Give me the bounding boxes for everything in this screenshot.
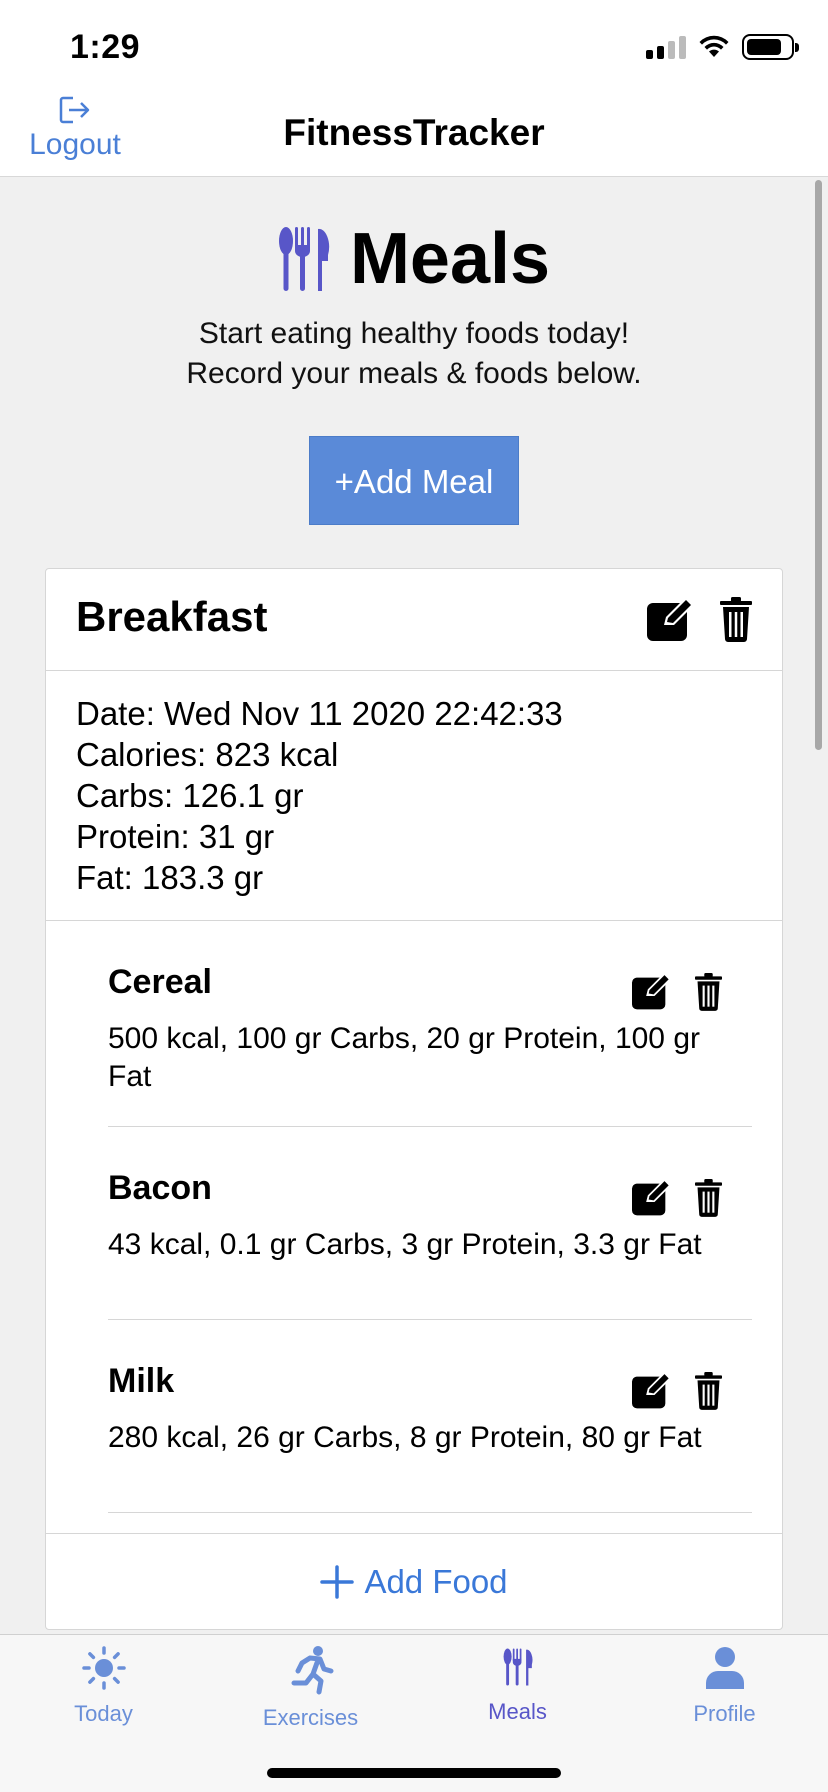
add-food-label: Add Food bbox=[364, 1562, 508, 1600]
content-scroll-area[interactable]: Meals Start eating healthy foods today! … bbox=[0, 178, 828, 1634]
tab-label: Meals bbox=[488, 1699, 547, 1724]
delete-food-button[interactable] bbox=[695, 1371, 722, 1415]
status-bar: 1:29 bbox=[0, 0, 828, 92]
trash-icon bbox=[720, 597, 752, 642]
tab-label: Profile bbox=[693, 1701, 756, 1726]
edit-icon bbox=[647, 597, 694, 641]
nav-bar: Logout FitnessTracker bbox=[0, 92, 828, 177]
meal-date: Date: Wed Nov 11 2020 22:42:33 bbox=[76, 695, 563, 732]
status-icons bbox=[646, 34, 799, 60]
utensils-icon bbox=[503, 1648, 532, 1686]
scrollbar[interactable] bbox=[815, 180, 822, 750]
edit-icon bbox=[632, 1178, 672, 1216]
food-actions bbox=[631, 1177, 722, 1222]
tab-today[interactable]: Today bbox=[0, 1635, 207, 1792]
wifi-icon bbox=[699, 35, 729, 57]
page-title: Meals bbox=[278, 218, 550, 300]
tab-label: Today bbox=[74, 1701, 133, 1726]
edit-food-button[interactable] bbox=[631, 1177, 673, 1222]
edit-icon bbox=[632, 972, 672, 1010]
delete-food-button[interactable] bbox=[695, 1178, 722, 1222]
battery-icon bbox=[742, 34, 799, 60]
meal-summary: Date: Wed Nov 11 2020 22:42:33 Calories:… bbox=[46, 671, 782, 921]
food-nutrition: 500 kcal, 100 gr Carbs, 20 gr Protein, 1… bbox=[108, 1022, 701, 1093]
meal-fat: Fat: 183.3 gr bbox=[76, 859, 264, 896]
utensils-icon bbox=[278, 227, 330, 291]
food-item: Milk 280 kcal, 26 gr Carbs, 8 gr Protein… bbox=[108, 1320, 752, 1513]
home-indicator bbox=[267, 1768, 561, 1778]
subtitle-line-2: Record your meals & foods below. bbox=[186, 357, 642, 390]
food-item: Cereal 500 kcal, 100 gr Carbs, 20 gr Pro… bbox=[108, 921, 752, 1127]
food-list: Cereal 500 kcal, 100 gr Carbs, 20 gr Pro… bbox=[46, 921, 782, 1513]
running-icon bbox=[291, 1646, 333, 1695]
meal-calories: Calories: 823 kcal bbox=[76, 736, 339, 773]
delete-food-button[interactable] bbox=[695, 972, 722, 1016]
meal-carbs: Carbs: 126.1 gr bbox=[76, 777, 304, 814]
meal-actions bbox=[646, 595, 752, 648]
tab-profile[interactable]: Profile bbox=[621, 1635, 828, 1792]
trash-icon bbox=[695, 1371, 722, 1410]
delete-meal-button[interactable] bbox=[720, 596, 752, 647]
add-food-button[interactable]: Add Food bbox=[46, 1533, 782, 1629]
food-nutrition: 280 kcal, 26 gr Carbs, 8 gr Protein, 80 … bbox=[108, 1421, 702, 1454]
person-icon bbox=[705, 1647, 744, 1689]
status-time: 1:29 bbox=[70, 28, 141, 66]
food-nutrition: 43 kcal, 0.1 gr Carbs, 3 gr Protein, 3.3… bbox=[108, 1228, 702, 1261]
meal-card: Breakfast Date: Wed Nov 11 2020 22:42:33… bbox=[45, 568, 783, 1630]
meals-header: Meals Start eating healthy foods today! … bbox=[0, 178, 828, 525]
food-actions bbox=[631, 971, 722, 1016]
meal-name: Breakfast bbox=[76, 593, 268, 640]
edit-meal-button[interactable] bbox=[646, 595, 696, 648]
food-actions bbox=[631, 1370, 722, 1415]
sun-icon bbox=[81, 1646, 126, 1690]
plus-icon bbox=[320, 1564, 355, 1599]
trash-icon bbox=[695, 1178, 722, 1217]
trash-icon bbox=[695, 972, 722, 1011]
page-title-text: Meals bbox=[349, 219, 551, 299]
edit-food-button[interactable] bbox=[631, 971, 673, 1016]
add-meal-button[interactable]: +Add Meal bbox=[309, 436, 519, 525]
page-subtitle: Start eating healthy foods today! Record… bbox=[0, 314, 828, 394]
edit-icon bbox=[632, 1371, 672, 1409]
edit-food-button[interactable] bbox=[631, 1370, 673, 1415]
cellular-signal-icon bbox=[646, 35, 686, 59]
meal-protein: Protein: 31 gr bbox=[76, 818, 275, 855]
food-item: Bacon 43 kcal, 0.1 gr Carbs, 3 gr Protei… bbox=[108, 1127, 752, 1320]
tab-label: Exercises bbox=[262, 1705, 359, 1730]
meal-card-header: Breakfast bbox=[46, 569, 782, 671]
nav-title: FitnessTracker bbox=[283, 112, 545, 153]
subtitle-line-1: Start eating healthy foods today! bbox=[198, 317, 630, 350]
